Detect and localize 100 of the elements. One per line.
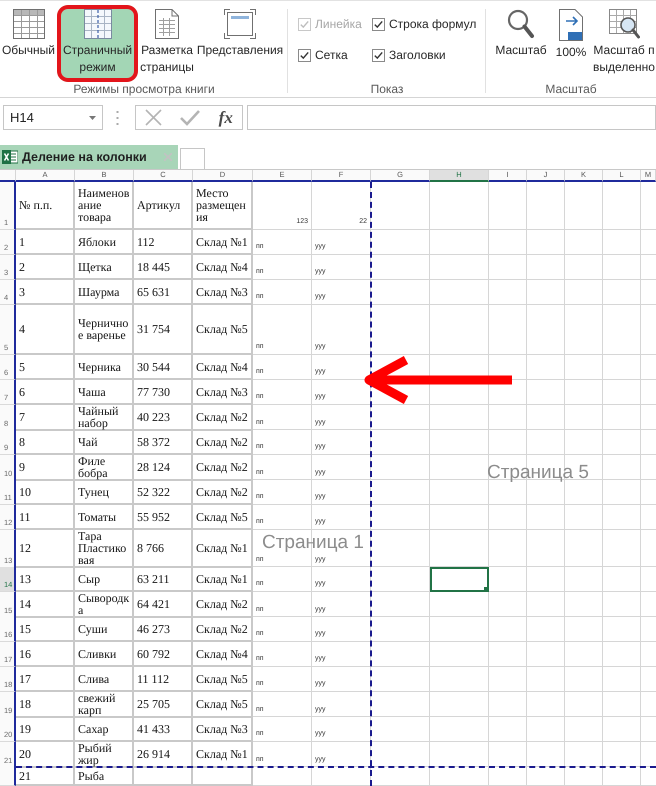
table-cell: Склад №1	[193, 567, 253, 592]
select-all-corner[interactable]	[0, 170, 16, 182]
table-cell: 30 544	[134, 355, 193, 380]
table-cell: Черника	[75, 355, 134, 380]
table-cell: 18 445	[134, 255, 193, 280]
table-cell: 65 631	[134, 280, 193, 305]
table-cell: 8 766	[134, 530, 193, 568]
table-cell: 40 223	[134, 405, 193, 431]
checkbox-option[interactable]: Сетка	[298, 48, 348, 62]
empty-cell	[193, 767, 253, 786]
checkbox-option[interactable]: Заголовки	[372, 48, 446, 62]
table-cell: 9	[16, 455, 75, 481]
table-cell: свежий карп	[75, 692, 134, 718]
table-cell: Сывородк а	[75, 592, 134, 618]
table-cell: 15	[16, 617, 75, 642]
table-cell: Шаурма	[75, 280, 134, 305]
table-cell: Склад №2	[193, 405, 253, 431]
formula-input[interactable]	[247, 105, 656, 130]
document-icon	[155, 9, 179, 39]
table-cell: Наименов ание товара	[75, 182, 134, 230]
group-label: Режимы просмотра книги	[72, 82, 216, 96]
page-label: Страница 1	[262, 532, 364, 554]
table-cell: 3	[16, 280, 75, 305]
name-box[interactable]: H14	[3, 105, 103, 130]
table-cell: 52 322	[134, 480, 193, 505]
table-cell: Склад №2	[193, 617, 253, 642]
table-cell: Склад №1	[193, 230, 253, 255]
table-cell: 28 124	[134, 455, 193, 481]
ribbon-button[interactable]: Масштаб	[492, 5, 550, 82]
ribbon-button[interactable]: Масштаб п выделенно	[592, 5, 656, 82]
checkbox[interactable]	[372, 18, 385, 30]
ribbon-button[interactable]: Разметка страницы	[138, 5, 196, 82]
checkbox-option[interactable]: Строка формул	[372, 17, 476, 31]
table-cell: 13	[16, 567, 75, 592]
table-cell: Чай	[75, 430, 134, 455]
table-cell: 4	[16, 305, 75, 355]
table-cell: Сахар	[75, 717, 134, 742]
ribbon-button[interactable]: Страничный режим	[57, 5, 138, 82]
active-cell[interactable]	[430, 567, 489, 592]
row-header[interactable]	[0, 767, 16, 786]
ribbon-button[interactable]: Обычный	[0, 5, 57, 82]
table-cell: 11 112	[134, 667, 193, 692]
table-cell: Яблоки	[75, 230, 134, 255]
table-cell: № п.п.	[16, 182, 75, 230]
table-cell: Склад №5	[193, 667, 253, 692]
table-cell: 12	[16, 530, 75, 568]
table-cell: Склад №4	[193, 255, 253, 280]
ribbon-button[interactable]: 100%	[550, 5, 592, 82]
checkbox[interactable]	[372, 48, 385, 62]
table-cell: Склад №2	[193, 455, 253, 481]
vertical-dots-icon[interactable]	[116, 110, 119, 124]
table-cell: 16	[16, 642, 75, 667]
table-cell: 21	[16, 767, 75, 786]
page-grid-icon	[84, 9, 112, 39]
page-break-line[interactable]	[16, 766, 656, 768]
checkbox[interactable]	[298, 48, 311, 62]
table-cell: Склад №4	[193, 355, 253, 380]
table-cell: Склад №3	[193, 280, 253, 305]
table-cell: Склад №3	[193, 717, 253, 742]
table-cell: 46 273	[134, 617, 193, 642]
table-cell: 55 952	[134, 505, 193, 530]
table-cell: Склад №5	[193, 305, 253, 355]
table-cell: 64 421	[134, 592, 193, 618]
table-cell: 8	[16, 430, 75, 455]
cross-icon	[145, 109, 162, 126]
table-cell: Чаша	[75, 380, 134, 405]
table-cell: 6	[16, 380, 75, 405]
fill-handle[interactable]	[484, 587, 489, 592]
table-cell: 31 754	[134, 305, 193, 355]
table-cell: Склад №5	[193, 692, 253, 718]
table-cell: 2	[16, 255, 75, 280]
table-cell: Склад №5	[193, 505, 253, 530]
check-icon	[180, 110, 200, 126]
table-cell: Тунец	[75, 480, 134, 505]
grid-magnifier-icon	[608, 9, 640, 39]
caret-icon[interactable]	[89, 116, 96, 120]
table-cell: 60 792	[134, 642, 193, 667]
table-cell: Склад №1	[193, 530, 253, 568]
table-cell: 112	[134, 230, 193, 255]
ribbon-button[interactable]: Представления	[196, 5, 284, 82]
page-break-line[interactable]	[370, 182, 372, 786]
table-cell: Чернично е варенье	[75, 305, 134, 355]
magnifier-icon	[507, 9, 535, 39]
table-cell: 26 914	[134, 742, 193, 768]
table-cell: 25 705	[134, 692, 193, 718]
table-cell: Щетка	[75, 255, 134, 280]
insert-function-button[interactable]: fx	[218, 108, 233, 128]
table-grid-icon	[12, 9, 44, 39]
page-arrow-icon	[559, 9, 583, 41]
empty-cell	[134, 767, 193, 786]
sheet-tab[interactable]: Деление на колонки	[0, 145, 178, 169]
table-cell: Склад №2	[193, 480, 253, 505]
table-cell: Чайный набор	[75, 405, 134, 431]
table-cell: 5	[16, 355, 75, 380]
table-cell: Тара Пластико вая	[75, 530, 134, 568]
table-cell: 58 372	[134, 430, 193, 455]
table-cell: Суши	[75, 617, 134, 642]
table-cell: Склад №1	[193, 742, 253, 768]
table-cell: 10	[16, 480, 75, 505]
table-cell: 77 730	[134, 380, 193, 405]
